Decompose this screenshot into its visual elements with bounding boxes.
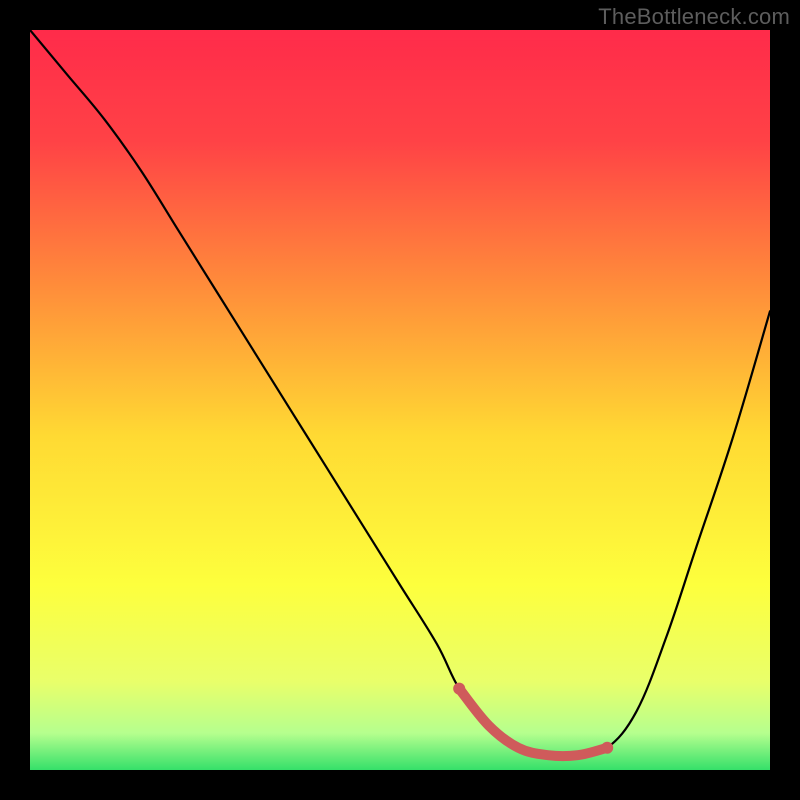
chart-plot-area xyxy=(30,30,770,770)
highlight-start-dot xyxy=(453,683,465,695)
chart-frame: TheBottleneck.com xyxy=(0,0,800,800)
chart-svg xyxy=(30,30,770,770)
highlight-end-dot xyxy=(601,742,613,754)
watermark-text: TheBottleneck.com xyxy=(598,4,790,30)
